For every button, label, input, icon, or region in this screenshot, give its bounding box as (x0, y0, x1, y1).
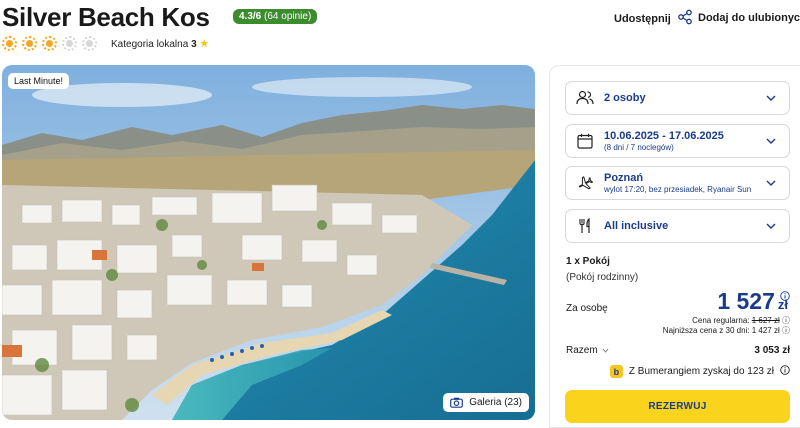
lowest-price: Najniższa cena z 30 dni: 1 427 zł (662, 326, 780, 335)
info-icon[interactable] (780, 288, 790, 306)
price-value: 1 527 (717, 288, 775, 314)
sun-icon (22, 36, 37, 51)
guests-select[interactable]: 2 osoby (565, 81, 790, 115)
calendar-icon (576, 132, 594, 150)
favorite-button[interactable]: Dodaj do ulubionych (698, 9, 800, 27)
info-icon[interactable]: ⓘ (782, 316, 790, 325)
star-icon: ★ (199, 38, 210, 50)
guests-value: 2 osoby (604, 92, 646, 104)
share-icon (677, 9, 693, 28)
dates-duration: (8 dni / 7 noclegów) (604, 143, 674, 152)
boomerang-text: Z Bumerangiem zyskaj do 123 zł (628, 366, 774, 377)
aerial-beach-image (2, 65, 535, 420)
chevron-down-icon (763, 180, 779, 186)
info-icon[interactable]: ⓘ (782, 326, 790, 335)
total-label: Razem (566, 345, 598, 356)
hotel-title: Silver Beach Kos (2, 2, 210, 32)
price-per-person: 1 527 zł (717, 288, 788, 315)
info-icon[interactable] (780, 365, 790, 378)
sun-empty-icon (62, 36, 77, 51)
share-label: Udostępnij (614, 12, 671, 25)
departure-select[interactable]: Poznań wylot 17:20, bez przesiadek, Ryan… (565, 166, 790, 200)
sun-rating (2, 36, 97, 51)
price-details: Cena regularna: 1 627 zł ⓘ Najniższa cen… (663, 316, 790, 336)
chevron-down-icon (602, 345, 609, 356)
plane-icon (576, 174, 594, 192)
chevron-down-icon (763, 223, 779, 229)
dates-select[interactable]: 10.06.2025 - 17.06.2025 (8 dni / 7 nocle… (565, 124, 790, 158)
gallery-label: Galeria (23) (469, 397, 522, 408)
boomerang-promo[interactable]: b Z Bumerangiem zyskaj do 123 zł (609, 365, 790, 378)
boomerang-icon: b (609, 365, 623, 378)
regular-price-label: Cena regularna: (692, 316, 750, 325)
board-value: All inclusive (604, 220, 669, 232)
category-value: 3 (191, 39, 197, 50)
per-person-label: Za osobę (566, 303, 608, 314)
rating-badge[interactable]: 4.3/6 (64 opinie) (233, 9, 318, 24)
regular-price: 1 627 zł (751, 316, 780, 325)
users-icon (576, 89, 594, 107)
cutlery-icon (576, 217, 594, 235)
chevron-down-icon (763, 95, 779, 101)
sun-empty-icon (82, 36, 97, 51)
last-minute-badge: Last Minute! (8, 73, 70, 89)
hotel-photo[interactable]: Last Minute! Galeria (23) (2, 65, 535, 420)
booking-panel: 2 osoby 10.06.2025 - 17.06.2025 (8 dni /… (549, 65, 800, 428)
departure-city: Poznań (604, 172, 644, 184)
category-label: Kategoria lokalna (111, 39, 189, 50)
total-price: 3 053 zł (754, 345, 790, 356)
local-category: Kategoria lokalna 3 ★ (111, 37, 209, 50)
rating-count: (64 opinie) (264, 11, 312, 22)
room-type: (Pokój rodzinny) (566, 272, 639, 283)
chevron-down-icon (763, 138, 779, 144)
flight-info: wylot 17:20, bez przesiadek, Ryanair Sun (604, 185, 752, 194)
gallery-button[interactable]: Galeria (23) (443, 393, 529, 412)
board-select[interactable]: All inclusive (565, 209, 790, 243)
reserve-button[interactable]: REZERWUJ (565, 390, 790, 423)
dates-value: 10.06.2025 - 17.06.2025 (604, 130, 724, 142)
share-button[interactable]: Udostępnij (614, 9, 693, 28)
sun-icon (2, 36, 17, 51)
total-toggle[interactable]: Razem (566, 345, 609, 356)
favorite-label: Dodaj do ulubionych (698, 12, 800, 24)
sun-icon (42, 36, 57, 51)
room-count: 1 x Pokój (566, 256, 610, 267)
rating-score: 4.3/6 (239, 11, 262, 22)
camera-icon (450, 397, 464, 408)
